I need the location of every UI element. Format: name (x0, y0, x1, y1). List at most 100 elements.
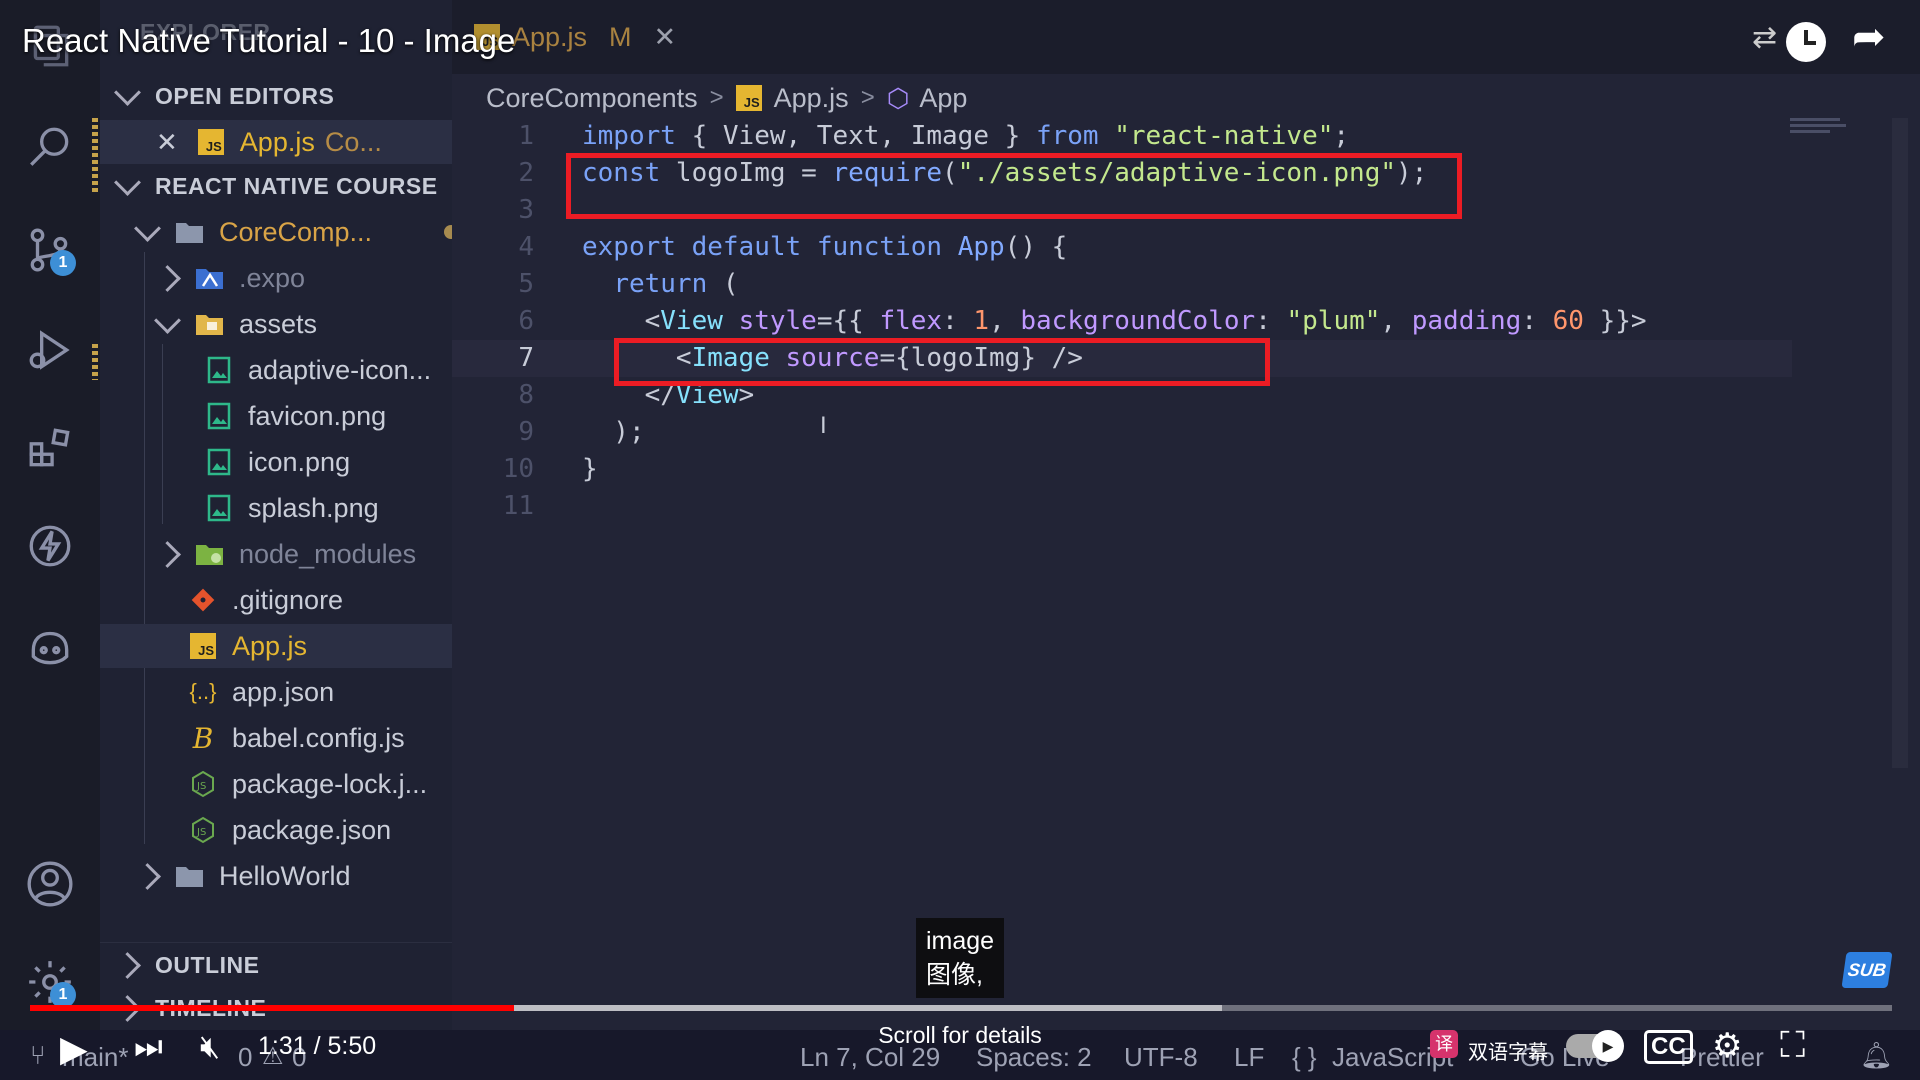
account-icon[interactable] (22, 856, 78, 912)
tree-item-label: .expo (239, 262, 306, 293)
caption-english: image (926, 927, 995, 955)
open-editors-header[interactable]: OPEN EDITORS (100, 74, 470, 118)
scroll-hint[interactable]: Scroll for details (870, 1022, 1050, 1049)
play-icon[interactable]: ▶ (60, 1028, 88, 1070)
expo-folder-icon (195, 263, 225, 293)
image-file-icon (204, 355, 234, 385)
breadcrumb-symbol[interactable]: App (919, 83, 967, 114)
braces-icon: { } (1292, 1042, 1317, 1072)
folder-icon (175, 861, 205, 891)
code-line[interactable]: 9 ); (452, 414, 1792, 451)
extensions-icon[interactable] (22, 420, 78, 476)
node-folder-icon (195, 539, 225, 569)
activity-bar: 1 1 (0, 0, 100, 1080)
project-header[interactable]: REACT NATIVE COURSE (100, 164, 470, 208)
tree-item-label: HelloWorld (219, 860, 351, 891)
assets-folder-icon (195, 309, 225, 339)
run-debug-icon[interactable] (22, 322, 78, 378)
tree-item-expo[interactable]: .expo (100, 256, 510, 300)
tab-label: App.js (512, 21, 588, 52)
breadcrumb-folder[interactable]: CoreComponents (486, 83, 698, 114)
gutter-modified-marker (92, 118, 98, 192)
vertical-scrollbar[interactable] (1892, 118, 1908, 768)
tree-item-label: babel.config.js (232, 722, 405, 753)
chevron-right-icon: > (709, 84, 724, 111)
bilingual-subtitle-label[interactable]: 双语字幕 (1468, 1036, 1548, 1065)
line-number: 6 (518, 306, 534, 336)
error-count[interactable]: 0 (238, 1042, 252, 1073)
code-line[interactable]: 6 <View style={{ flex: 1, backgroundColo… (452, 303, 1792, 340)
scm-badge: 1 (50, 250, 76, 276)
chevron-right-icon: > (860, 84, 875, 111)
json-braces-icon: {..} (189, 679, 217, 704)
code-text: export default function App() { (582, 232, 1068, 262)
tree-item-label: node_modules (239, 538, 417, 569)
mute-icon[interactable]: 🔇︎ (200, 1028, 220, 1066)
chevron-down-icon (134, 214, 161, 242)
settings-icon[interactable]: ⚙ (1712, 1026, 1742, 1066)
copilot-icon[interactable] (22, 618, 78, 674)
lightning-icon[interactable] (22, 518, 78, 574)
tree-item-label: .gitignore (232, 584, 344, 615)
tree-item-assets[interactable]: assets (100, 302, 510, 346)
chevron-right-icon (134, 862, 161, 890)
code-text: ); (582, 417, 645, 447)
tree-item-label: adaptive-icon... (248, 354, 432, 385)
nodejs-icon: JS (188, 769, 218, 799)
nodejs-icon: JS (188, 815, 218, 845)
code-line[interactable]: 4 export default function App() { (452, 229, 1792, 266)
tree-item-corecomponents[interactable]: CoreComp... (100, 210, 490, 254)
highlight-box-image-tag (614, 338, 1270, 386)
breadcrumb-file[interactable]: App.js (774, 83, 849, 114)
code-text: <View style={{ flex: 1, backgroundColor:… (582, 306, 1647, 336)
tree-item-label: assets (239, 308, 318, 339)
code-line[interactable]: 1 import { View, Text, Image } from "reac… (452, 118, 1792, 155)
tab-close-icon[interactable]: ✕ (654, 22, 677, 53)
source-control-icon[interactable]: 1 (22, 222, 78, 278)
bilingual-subtitle-icon[interactable]: 译 (1430, 1030, 1458, 1058)
text-cursor-icon: I (820, 412, 827, 439)
open-editor-path: Co... (324, 126, 382, 157)
tree-item-label: icon.png (248, 446, 351, 477)
code-line[interactable]: 10} (452, 451, 1792, 488)
close-icon[interactable]: ✕ (156, 127, 178, 158)
line-number: 8 (518, 380, 534, 410)
settings-gear-icon[interactable]: 1 (22, 954, 78, 1010)
video-title[interactable]: React Native Tutorial - 10 - Image (22, 22, 515, 60)
progress-played (30, 1005, 515, 1011)
next-icon[interactable]: ⏭ (134, 1028, 163, 1066)
line-ending[interactable]: LF (1234, 1042, 1264, 1073)
line-number: 7 (518, 343, 534, 373)
code-line[interactable]: 5 return ( (452, 266, 1792, 303)
svg-text:JS: JS (196, 827, 206, 838)
exit-fullscreen-icon[interactable]: ⛶ (1780, 1024, 1805, 1067)
tree-item-helloworld[interactable]: HelloWorld (100, 854, 490, 898)
bell-icon[interactable]: 🔔︎ (1860, 1040, 1893, 1071)
captions-icon[interactable]: CC (1644, 1030, 1693, 1064)
chevron-right-icon (154, 264, 181, 292)
git-icon (188, 585, 218, 615)
compare-icon[interactable]: ⇄ (1752, 20, 1777, 55)
encoding[interactable]: UTF-8 (1124, 1042, 1198, 1073)
chevron-down-icon (154, 306, 181, 334)
code-line[interactable]: 11 (452, 488, 1792, 525)
sub-badge[interactable]: SUB (1841, 952, 1893, 988)
line-number: 2 (518, 158, 534, 188)
explorer-sidebar: EXPLORER OPEN EDITORS ✕ JS App.js Co... … (100, 0, 540, 1030)
js-file-icon: JS (196, 127, 226, 157)
open-editors-label: OPEN EDITORS (155, 82, 335, 109)
tab-bar: JS App.js M ✕ (452, 0, 1920, 74)
open-editor-item[interactable]: ✕ JS App.js Co... M (100, 120, 508, 164)
tree-item-label: CoreComp... (219, 216, 373, 247)
minimap[interactable] (1790, 118, 1850, 138)
time-display: 1:31 / 5:50 (258, 1032, 377, 1060)
watch-later-icon[interactable] (1786, 22, 1826, 62)
chevron-down-icon (114, 168, 141, 196)
code-text: return ( (613, 269, 739, 299)
autoplay-toggle[interactable]: ▶ (1566, 1030, 1624, 1062)
outline-header[interactable]: OUTLINE (100, 942, 470, 987)
share-icon[interactable]: ➦ (1852, 14, 1886, 60)
search-icon[interactable] (22, 120, 78, 176)
tree-item-node-modules[interactable]: node_modules (100, 532, 510, 576)
tree-item-label: splash.png (248, 492, 379, 523)
